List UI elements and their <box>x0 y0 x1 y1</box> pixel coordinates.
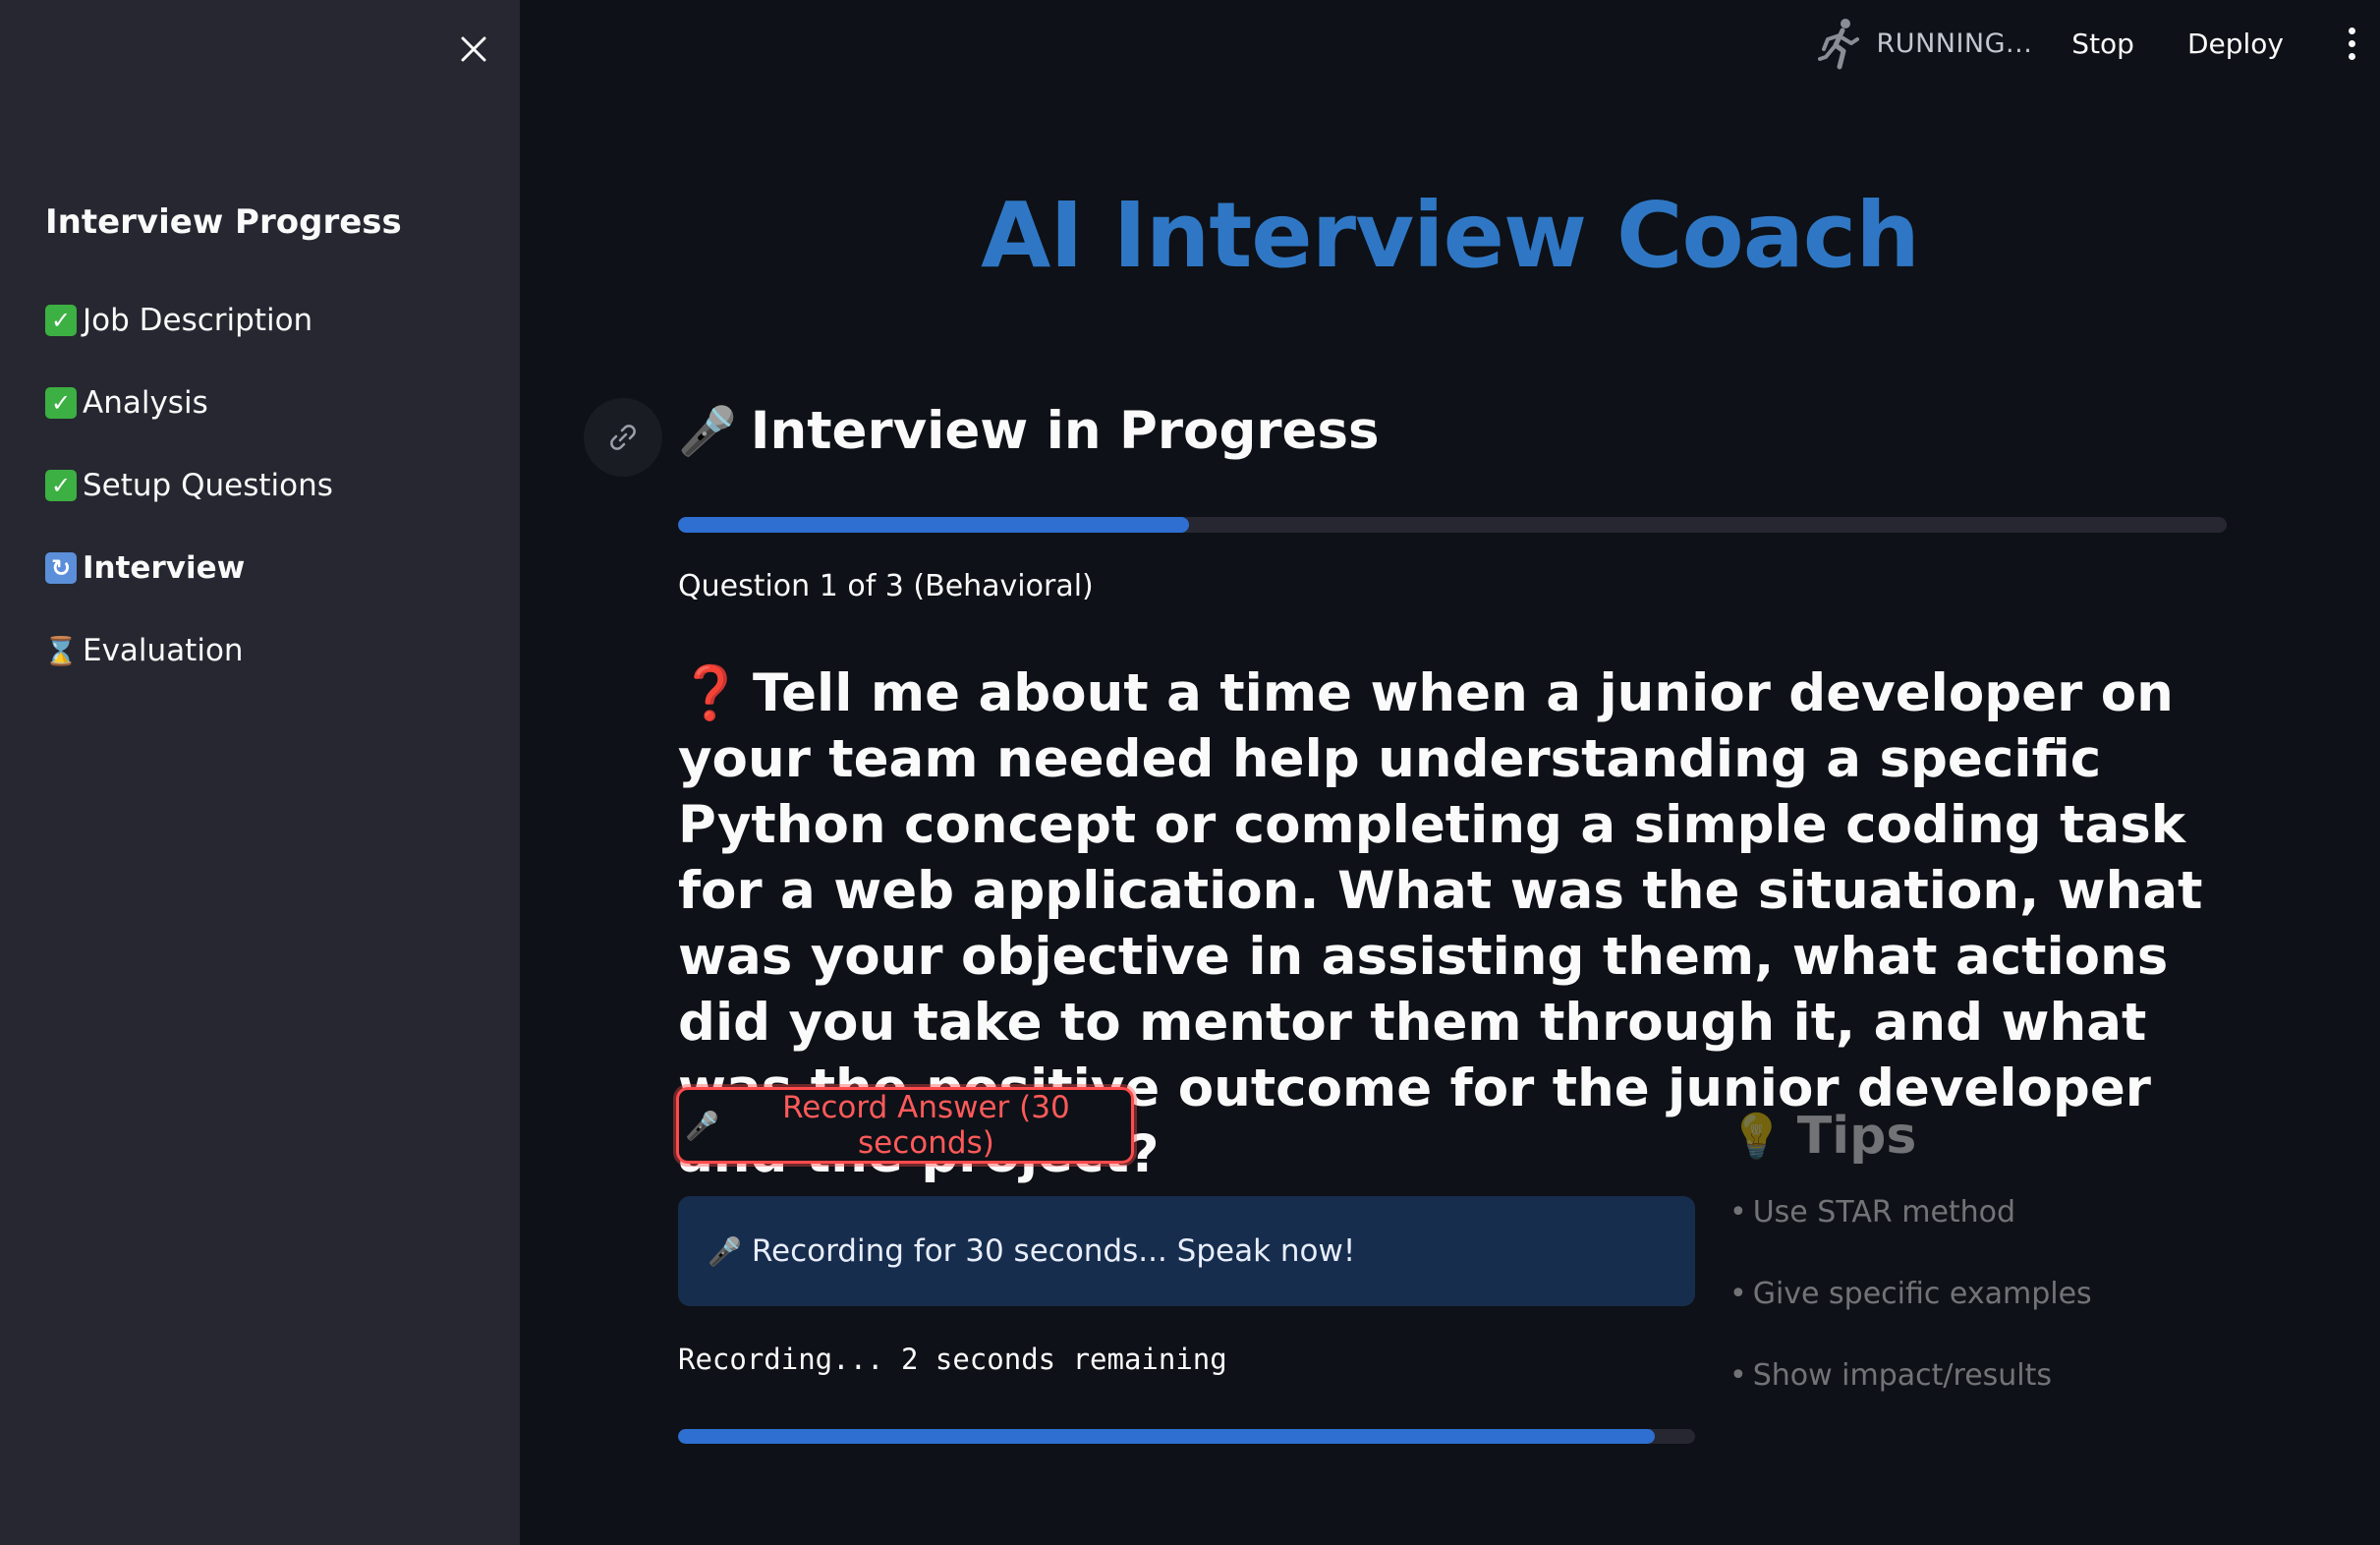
microphone-icon: 🎤 <box>678 404 737 459</box>
tips-panel: 💡 Tips • Use STAR method • Give specific e… <box>1729 1107 2092 1440</box>
progress-item-analysis: ✓ Analysis <box>45 362 333 444</box>
kebab-dot <box>2348 27 2355 34</box>
running-status: RUNNING... <box>1876 28 2033 59</box>
hourglass-icon: ⌛ <box>43 634 79 667</box>
bullet-icon: • <box>1729 1195 1747 1230</box>
recording-countdown: Recording... 2 seconds remaining <box>678 1343 1227 1376</box>
progress-item-interview: ↻ Interview <box>45 527 333 609</box>
progress-item-label: Job Description <box>83 303 313 338</box>
app-root: Interview Progress ✓ Job Description ✓ A… <box>0 0 2380 1545</box>
tip-item: • Show impact/results <box>1729 1358 2092 1440</box>
bullet-icon: • <box>1729 1277 1747 1311</box>
anchor-link-button[interactable] <box>584 398 662 477</box>
progress-item-job-description: ✓ Job Description <box>45 279 333 362</box>
page-title: AI Interview Coach <box>981 183 1920 288</box>
check-icon: ✓ <box>45 305 77 336</box>
interview-progress-fill <box>678 517 1190 533</box>
recording-progress-bar <box>678 1429 1695 1444</box>
record-answer-label: Record Answer (30 seconds) <box>782 1090 1070 1161</box>
recording-info-alert: 🎤 Recording for 30 seconds... Speak now! <box>678 1196 1695 1306</box>
sidebar-heading: Interview Progress <box>45 202 402 242</box>
interview-progress-bar <box>678 517 2227 533</box>
tip-item: • Use STAR method <box>1729 1195 2092 1277</box>
kebab-dot <box>2348 39 2355 47</box>
progress-item-label: Interview <box>83 550 246 586</box>
bullet-icon: • <box>1729 1358 1747 1393</box>
tip-item: • Give specific examples <box>1729 1277 2092 1358</box>
running-man-icon <box>1817 19 1859 70</box>
close-sidebar-button[interactable] <box>452 28 495 71</box>
record-answer-button[interactable]: 🎤 Record Answer (30 seconds) <box>673 1084 1137 1167</box>
stop-button[interactable]: Stop <box>2071 28 2134 60</box>
close-icon <box>461 36 486 62</box>
lightbulb-icon: 💡 <box>1729 1112 1784 1162</box>
microphone-icon: 🎤 <box>708 1234 742 1268</box>
tips-title: 💡 Tips <box>1729 1107 2092 1166</box>
sidebar: Interview Progress ✓ Job Description ✓ A… <box>0 0 520 1545</box>
question-counter: Question 1 of 3 (Behavioral) <box>678 569 1094 603</box>
recording-info-text: Recording for 30 seconds... Speak now! <box>751 1233 1356 1269</box>
cycle-icon: ↻ <box>45 552 77 584</box>
progress-item-label: Evaluation <box>83 633 244 668</box>
progress-item-evaluation: ⌛ Evaluation <box>43 609 333 692</box>
tips-list: • Use STAR method • Give specific examples… <box>1729 1195 2092 1440</box>
kebab-dot <box>2348 52 2355 60</box>
check-icon: ✓ <box>45 470 77 501</box>
section-title-text: Interview in Progress <box>750 401 1380 461</box>
progress-item-label: Analysis <box>83 385 208 421</box>
section-title: 🎤 Interview in Progress <box>678 401 1380 461</box>
recording-progress-fill <box>678 1429 1655 1444</box>
check-icon: ✓ <box>45 387 77 419</box>
deploy-button[interactable]: Deploy <box>2187 28 2284 60</box>
microphone-icon: 🎤 <box>685 1109 719 1142</box>
progress-item-setup-questions: ✓ Setup Questions <box>45 444 333 527</box>
progress-list: ✓ Job Description ✓ Analysis ✓ Setup Que… <box>43 279 333 692</box>
tips-title-text: Tips <box>1796 1107 1917 1166</box>
progress-item-label: Setup Questions <box>83 468 333 503</box>
tip-text: Give specific examples <box>1752 1277 2092 1311</box>
tip-text: Show impact/results <box>1752 1358 2053 1393</box>
link-icon <box>610 425 636 450</box>
question-mark-icon: ❓ <box>678 663 743 723</box>
tip-text: Use STAR method <box>1752 1195 2016 1230</box>
toolbar: RUNNING... Stop Deploy <box>1816 0 2380 86</box>
main-menu-button[interactable] <box>2337 16 2366 71</box>
